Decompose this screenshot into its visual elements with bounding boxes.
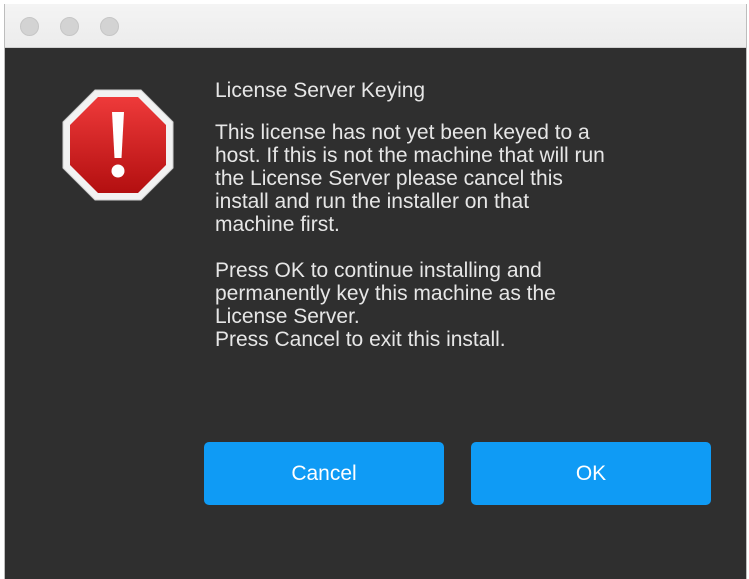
minimize-window-button[interactable] — [60, 17, 79, 36]
dialog-title: License Server Keying — [215, 79, 426, 102]
close-window-button[interactable] — [20, 17, 39, 36]
zoom-window-button[interactable] — [100, 17, 119, 36]
ok-button[interactable]: OK — [471, 442, 711, 505]
cancel-button[interactable]: Cancel — [204, 442, 444, 505]
message-paragraph: This license has not yet been keyed to a… — [215, 121, 605, 236]
dialog-message: This license has not yet been keyed to a… — [215, 121, 725, 351]
title-bar[interactable] — [5, 4, 746, 48]
warning-octagon-icon — [62, 89, 174, 201]
message-paragraph: Press OK to continue installing and perm… — [215, 259, 556, 351]
dialog-window: License Server Keying This license has n… — [4, 4, 747, 579]
